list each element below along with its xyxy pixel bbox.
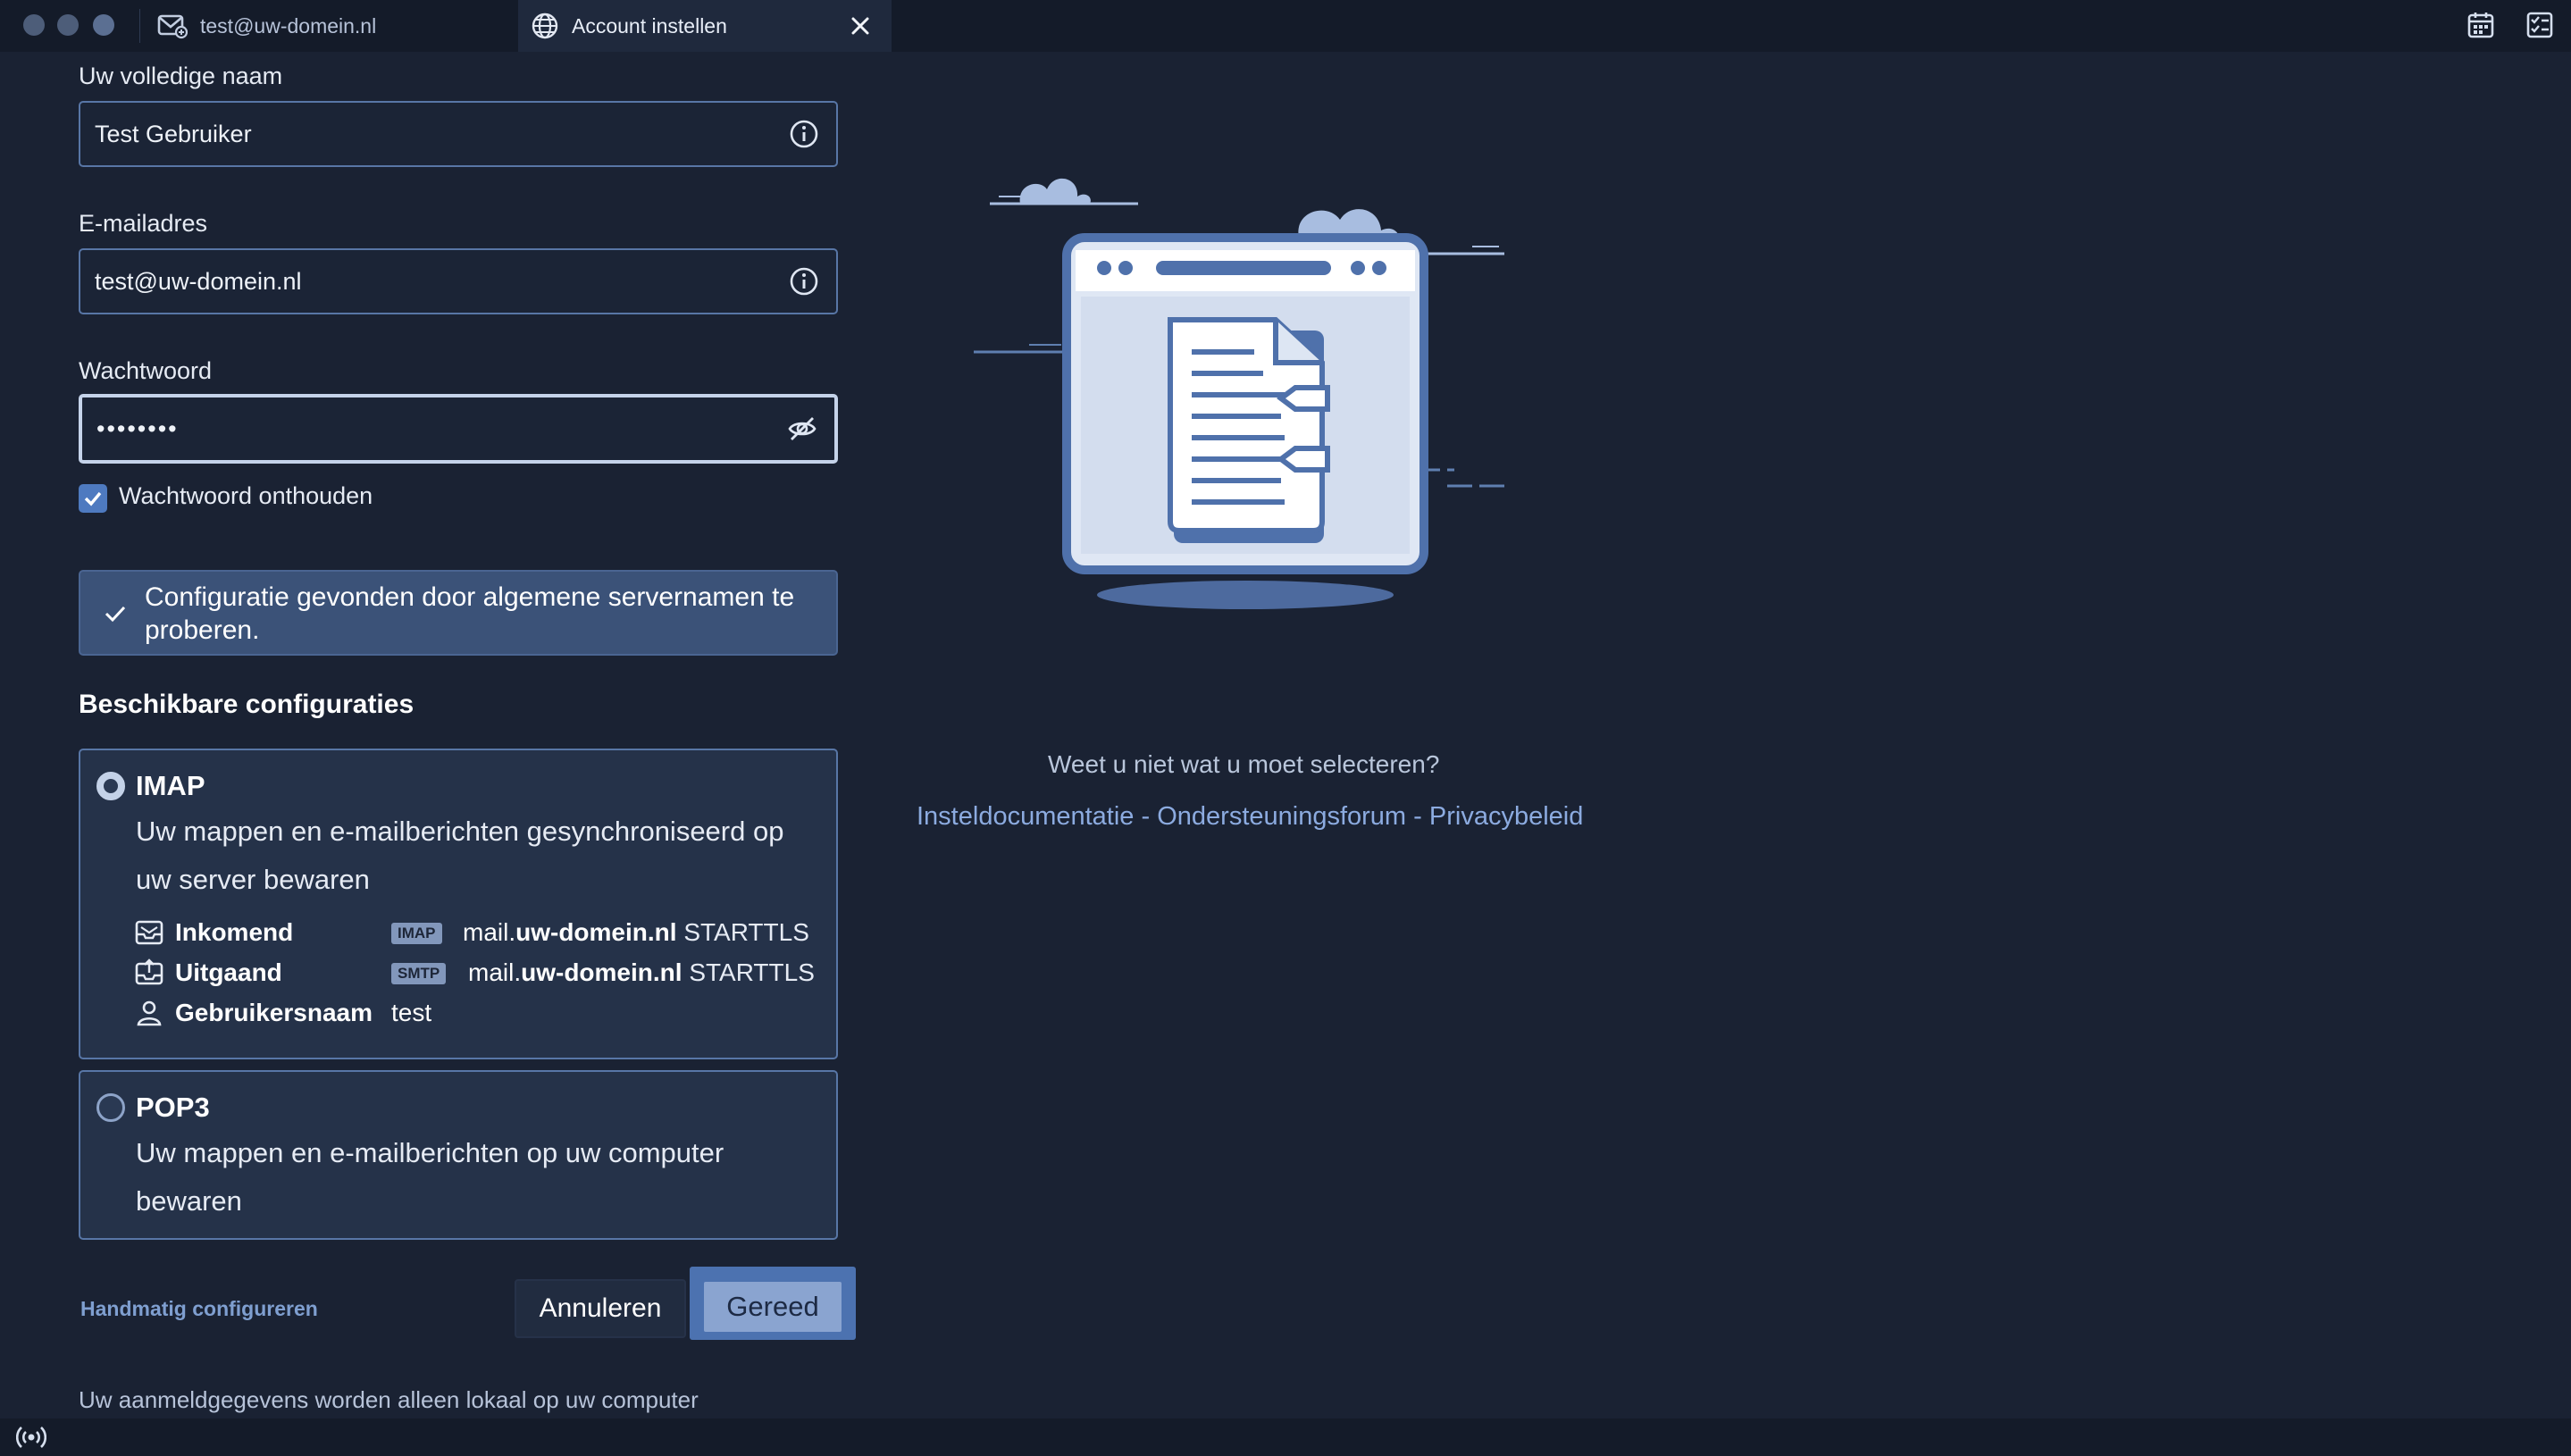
help-question: Weet u niet wat u moet selecteren? — [1048, 750, 1440, 778]
support-forum-link[interactable]: Ondersteuningsforum — [1157, 802, 1406, 831]
banner-text: Configuratie gevonden door algemene serv… — [145, 582, 795, 645]
outgoing-row: Uitgaand SMTP mail.uw-domein.nl STARTTLS — [134, 955, 815, 991]
cancel-button[interactable]: Annuleren — [515, 1279, 686, 1338]
window-minimize-dot[interactable] — [57, 14, 79, 36]
close-icon[interactable] — [847, 13, 874, 39]
done-button[interactable]: Gereed — [690, 1267, 856, 1340]
mail-icon — [157, 14, 188, 39]
eye-slash-icon[interactable] — [786, 413, 818, 445]
name-field-box — [79, 101, 838, 167]
pop3-radio[interactable] — [96, 1093, 125, 1122]
incoming-row: Inkomend IMAP mail.uw-domein.nl STARTTLS — [134, 915, 809, 950]
inbox-icon — [135, 920, 163, 945]
config-found-banner: Configuratie gevonden door algemene serv… — [79, 570, 838, 656]
outgoing-host-domain: uw-domein.nl — [521, 958, 683, 986]
incoming-host: mail.uw-domein.nl STARTTLS — [463, 918, 809, 947]
tab-setup-label: Account instellen — [572, 13, 727, 38]
outbox-icon — [135, 958, 163, 985]
smtp-badge: SMTP — [391, 963, 447, 984]
tab-mail[interactable]: test@uw-domein.nl — [143, 0, 515, 52]
username-value: test — [391, 999, 432, 1026]
password-input[interactable] — [96, 397, 775, 460]
remember-password-label[interactable]: Wachtwoord onthouden — [119, 482, 373, 510]
pop3-description: Uw mappen en e-mailberichten op uw compu… — [136, 1137, 724, 1217]
name-input[interactable] — [95, 103, 774, 165]
email-field-box — [79, 248, 838, 314]
link-separator: - — [1406, 802, 1429, 831]
name-label: Uw volledige naam — [79, 63, 283, 89]
info-icon[interactable] — [788, 265, 820, 297]
outgoing-host: mail.uw-domein.nl STARTTLS — [468, 958, 815, 987]
imap-option[interactable]: IMAP Uw mappen en e-mailberichten gesync… — [79, 749, 838, 1059]
help-links: Insteldocumentatie - Ondersteuningsforum… — [917, 802, 1583, 832]
manual-config-link[interactable]: Handmatig configureren — [80, 1297, 318, 1321]
outgoing-host-prefix: mail. — [468, 958, 522, 986]
user-icon — [137, 1000, 162, 1026]
imap-badge: IMAP — [391, 923, 442, 944]
calendar-icon[interactable] — [2466, 10, 2496, 40]
remember-password-checkbox[interactable] — [79, 484, 107, 513]
checkmark-icon — [105, 606, 126, 623]
tasks-icon[interactable] — [2525, 10, 2555, 40]
done-button-label: Gereed — [704, 1282, 842, 1332]
privacy-policy-link[interactable]: Privacybeleid — [1429, 802, 1583, 831]
window-close-dot[interactable] — [23, 14, 45, 36]
incoming-security: STARTTLS — [683, 918, 809, 946]
imap-title: IMAP — [136, 770, 205, 801]
username-label: Gebruikersnaam — [175, 999, 373, 1026]
email-input[interactable] — [95, 250, 774, 313]
tab-account-setup[interactable]: Account instellen — [518, 0, 892, 52]
username-row: Gebruikersnaam test — [134, 995, 431, 1031]
email-label: E-mailadres — [79, 210, 208, 237]
globe-icon — [532, 13, 558, 39]
info-icon[interactable] — [788, 118, 820, 150]
credentials-note: Uw aanmeldgegevens worden alleen lokaal … — [79, 1386, 699, 1413]
tab-mail-label: test@uw-domein.nl — [200, 13, 377, 38]
incoming-host-domain: uw-domein.nl — [515, 918, 677, 946]
status-bar — [0, 1418, 2571, 1456]
window-zoom-dot[interactable] — [93, 14, 114, 36]
pop3-option[interactable]: POP3 Uw mappen en e-mailberichten op uw … — [79, 1070, 838, 1240]
password-label: Wachtwoord — [79, 357, 213, 384]
broadcast-icon[interactable] — [16, 1424, 46, 1451]
checkmark-icon — [84, 491, 102, 506]
incoming-host-prefix: mail. — [463, 918, 516, 946]
outgoing-label: Uitgaand — [175, 958, 282, 986]
tab-divider — [139, 9, 140, 43]
configs-title: Beschikbare configuraties — [79, 690, 415, 719]
password-field-box — [79, 394, 838, 464]
link-separator: - — [1134, 802, 1158, 831]
setup-docs-link[interactable]: Insteldocumentatie — [917, 802, 1134, 831]
imap-radio[interactable] — [96, 772, 125, 800]
setup-illustration — [974, 178, 1504, 609]
incoming-label: Inkomend — [175, 918, 294, 946]
title-bar: test@uw-domein.nl Account instellen — [0, 0, 2571, 52]
outgoing-security: STARTTLS — [689, 958, 815, 986]
pop3-title: POP3 — [136, 1092, 210, 1123]
imap-description: Uw mappen en e-mailberichten gesynchroni… — [136, 816, 784, 895]
